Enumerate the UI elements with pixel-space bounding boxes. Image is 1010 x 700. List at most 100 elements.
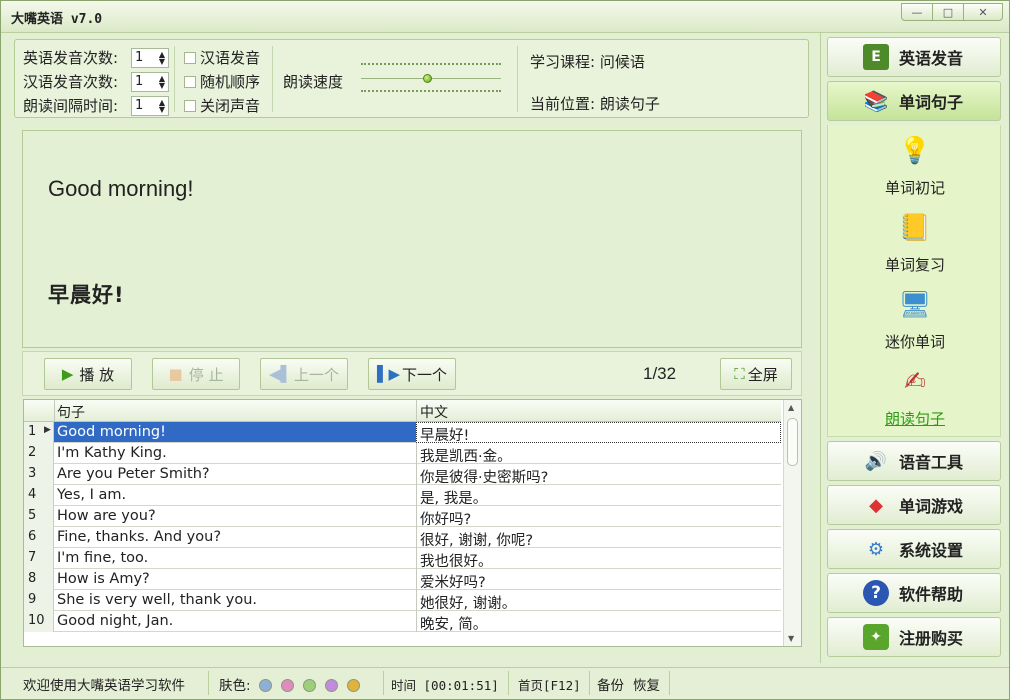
- table-scrollbar[interactable]: ▲ ▼: [783, 400, 801, 646]
- scroll-down-icon[interactable]: ▼: [788, 634, 794, 643]
- nav-system-settings[interactable]: ⚙ 系统设置: [827, 529, 1001, 569]
- scroll-up-icon[interactable]: ▲: [788, 403, 794, 412]
- sub-word-review[interactable]: 📒 单词复习: [828, 210, 1002, 275]
- play-button[interactable]: ▶ 播 放: [44, 358, 132, 390]
- slider-ticks: [361, 90, 501, 92]
- row-english: I'm Kathy King.: [57, 445, 167, 461]
- nav-label: 系统设置: [899, 541, 964, 560]
- row-english: Good night, Jan.: [57, 613, 174, 629]
- speaker-icon: 🔊: [864, 450, 888, 472]
- skin-picker: 肤色:: [219, 674, 369, 694]
- sentence-counter: 1/32: [643, 364, 677, 383]
- cn-count-spinner[interactable]: 1 ▲ ▼: [131, 71, 169, 92]
- row-chinese: 我是凯西·金。: [420, 449, 512, 465]
- spinner-arrows-icon[interactable]: ▲ ▼: [159, 98, 165, 113]
- sub-mini-words[interactable]: 🖥 迷你单词: [828, 287, 1002, 352]
- maximize-button[interactable]: □: [932, 3, 964, 21]
- skin-swatch[interactable]: [302, 679, 316, 692]
- table-row[interactable]: 1 ▶ Good morning! 早晨好!: [24, 422, 781, 444]
- nav-words-sentences[interactable]: 📚 单词句子: [827, 81, 1001, 121]
- interval-value: 1: [135, 98, 144, 113]
- prev-button[interactable]: ◀▌ 上一个: [260, 358, 348, 390]
- row-english: She is very well, thank you.: [57, 592, 258, 608]
- gear-icon: ⚙: [867, 538, 885, 560]
- table-row[interactable]: 2 I'm Kathy King. 我是凯西·金。: [24, 443, 781, 465]
- skin-swatch[interactable]: [258, 679, 272, 692]
- nav-label: 语音工具: [899, 453, 964, 472]
- nav-word-games[interactable]: ◆ 单词游戏: [827, 485, 1001, 525]
- stop-label: 停 止: [188, 365, 224, 384]
- welcome-text: 欢迎使用大嘴英语学习软件: [23, 678, 185, 694]
- pen-book-icon: ✍: [904, 367, 926, 397]
- nav-english-pronunciation[interactable]: E 英语发音: [827, 37, 1001, 77]
- speed-slider[interactable]: [361, 60, 503, 96]
- table-row[interactable]: 6 Fine, thanks. And you? 很好, 谢谢, 你呢?: [24, 527, 781, 549]
- fullscreen-button[interactable]: ⛶ 全屏: [720, 358, 792, 390]
- table-row[interactable]: 10 Good night, Jan. 晚安, 简。: [24, 611, 781, 633]
- table-row[interactable]: 9 She is very well, thank you. 她很好, 谢谢。: [24, 590, 781, 612]
- home-link[interactable]: 首页[F12]: [518, 675, 581, 694]
- sub-label: 迷你单词: [884, 333, 945, 351]
- table-row[interactable]: 4 Yes, I am. 是, 我是。: [24, 485, 781, 507]
- checkbox[interactable]: [184, 75, 196, 88]
- sub-read-sentences[interactable]: ✍ 朗读句子: [828, 364, 1002, 429]
- settings-panel: 英语发音次数: 1 ▲ ▼ 汉语发音次数: 1 ▲ ▼ 朗读间隔时间: 1 ▲ ▼ 汉…: [14, 39, 809, 118]
- table-row[interactable]: 7 I'm fine, too. 我也很好。: [24, 548, 781, 570]
- nav-label: 注册购买: [899, 629, 964, 648]
- nav-register-buy[interactable]: ✦ 注册购买: [827, 617, 1001, 657]
- chk-random-option[interactable]: 随机顺序: [184, 71, 260, 92]
- en-count-spinner[interactable]: 1 ▲ ▼: [131, 47, 169, 68]
- title-bar: 大嘴英语 v7.0 — □ ✕: [1, 1, 1009, 33]
- stop-icon: ■: [168, 365, 183, 383]
- stop-button[interactable]: ■ 停 止: [152, 358, 240, 390]
- nav-software-help[interactable]: ? 软件帮助: [827, 573, 1001, 613]
- elapsed-time: 时间 [00:01:51]: [391, 678, 499, 693]
- sub-word-memorize[interactable]: 💡 单词初记: [828, 133, 1002, 198]
- scroll-thumb[interactable]: [787, 418, 798, 466]
- cn-count-value: 1: [135, 74, 144, 89]
- nav-voice-tools[interactable]: 🔊 语音工具: [827, 441, 1001, 481]
- checkbox[interactable]: [184, 51, 196, 64]
- course-info: 学习课程: 问候语: [530, 53, 645, 71]
- backup-link[interactable]: 备份: [597, 674, 624, 694]
- table-row[interactable]: 5 How are you? 你好吗?: [24, 506, 781, 528]
- interval-label: 朗读间隔时间:: [23, 97, 119, 115]
- cell-divider: [416, 527, 417, 548]
- col-chinese-header[interactable]: 中文: [420, 402, 448, 422]
- skin-swatch[interactable]: [324, 679, 338, 692]
- close-button[interactable]: ✕: [963, 3, 1003, 21]
- next-button[interactable]: ▌▶ 下一个: [368, 358, 456, 390]
- bulb-icon: 💡: [898, 136, 932, 166]
- slider-thumb[interactable]: [423, 74, 432, 83]
- spinner-arrows-icon[interactable]: ▲ ▼: [159, 50, 165, 65]
- divider: [208, 671, 209, 695]
- row-number: 8: [24, 569, 54, 590]
- interval-spinner[interactable]: 1 ▲ ▼: [131, 95, 169, 116]
- skin-swatch[interactable]: [280, 679, 294, 692]
- divider: [272, 46, 273, 112]
- row-number: 4: [24, 485, 54, 506]
- col-sentence-header[interactable]: 句子: [57, 402, 85, 422]
- skin-swatch[interactable]: [346, 679, 360, 692]
- game-icon: ◆: [869, 494, 883, 516]
- play-label: 播 放: [79, 365, 115, 384]
- restore-link[interactable]: 恢复: [633, 674, 660, 694]
- row-number: 5: [24, 506, 54, 527]
- table-row[interactable]: 3 Are you Peter Smith? 你是彼得·史密斯吗?: [24, 464, 781, 486]
- divider: [517, 46, 518, 112]
- chk-cn-option[interactable]: 汉语发音: [184, 47, 260, 68]
- cell-divider: [416, 485, 417, 506]
- spinner-arrows-icon[interactable]: ▲ ▼: [159, 74, 165, 89]
- en-count-row: 英语发音次数: 1 ▲ ▼: [23, 47, 169, 68]
- minimize-icon: —: [911, 5, 923, 19]
- row-chinese: 是, 我是。: [420, 491, 488, 507]
- nav-label: 单词游戏: [899, 497, 964, 516]
- minimize-button[interactable]: —: [901, 3, 933, 21]
- en-count-value: 1: [135, 50, 144, 65]
- prev-icon: ◀▌: [268, 365, 293, 383]
- table-row[interactable]: 8 How is Amy? 爱米好吗?: [24, 569, 781, 591]
- chk-mute-option[interactable]: 关闭声音: [184, 95, 260, 116]
- divider: [383, 671, 384, 695]
- checkbox[interactable]: [184, 99, 196, 112]
- cn-count-row: 汉语发音次数: 1 ▲ ▼: [23, 71, 169, 92]
